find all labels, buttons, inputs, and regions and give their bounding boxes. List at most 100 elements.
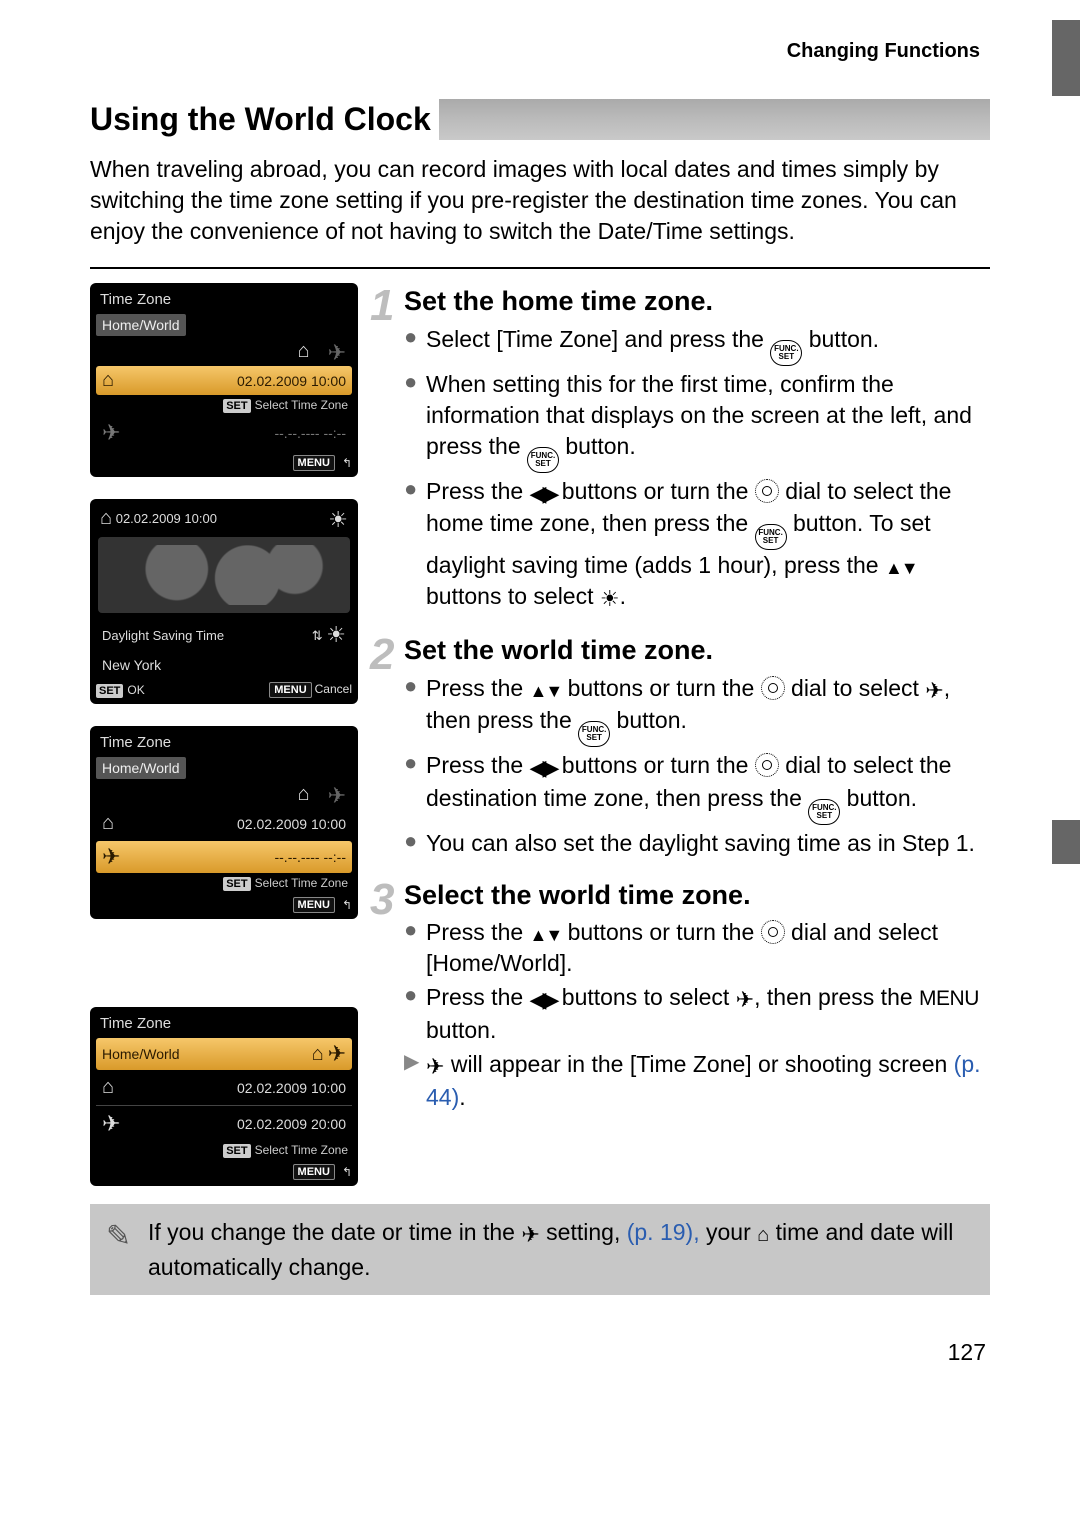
set-chip: SET xyxy=(96,684,123,698)
func-set-icon: FUNC.SET xyxy=(578,721,610,747)
bullet-icon: ● xyxy=(404,828,426,859)
dial-icon xyxy=(761,920,785,944)
step-number: 2 xyxy=(370,625,394,684)
lcd-column: Time Zone Home/World ⌂ ✈ ⌂ 02.02.2009 10… xyxy=(90,283,370,1186)
lcd-set-tz: SETSelect Time Zone xyxy=(96,1143,348,1158)
ok-label: OK xyxy=(127,683,144,697)
back-icon: ↰ xyxy=(342,898,352,912)
lcd-timezone-home: Time Zone Home/World ⌂ ✈ ⌂ 02.02.2009 10… xyxy=(90,283,358,477)
bullet-icon: ● xyxy=(404,982,426,1046)
dst-icons: ⇅ ☀ xyxy=(312,622,346,648)
lcd-foot: MENU ↰ xyxy=(96,455,352,471)
back-icon: ↰ xyxy=(342,456,352,470)
lcd-title: Time Zone xyxy=(100,1015,348,1032)
bullet-icon: ● xyxy=(404,673,426,748)
menu-chip: MENU xyxy=(293,897,335,913)
sun-on-icon: ☀ xyxy=(600,584,620,614)
home-icon: ⌂ xyxy=(102,812,114,835)
pencil-icon: ✎ xyxy=(106,1216,148,1283)
step-number: 1 xyxy=(370,276,394,335)
bullet-icon: ● xyxy=(404,476,426,614)
plane-icon: ✈ xyxy=(925,676,943,706)
plane-icon: ✈ xyxy=(102,844,120,870)
home-icon: ⌂ xyxy=(297,783,309,809)
plane-icon: ✈ xyxy=(328,1041,346,1066)
dial-icon xyxy=(755,753,779,777)
menu-label: MENU xyxy=(919,987,979,1010)
intro-paragraph: When traveling abroad, you can record im… xyxy=(90,154,990,247)
func-set-icon: FUNC.SET xyxy=(808,799,840,825)
up-down-icon: ▲▼ xyxy=(885,556,917,580)
home-world-label: Home/World xyxy=(96,757,186,779)
lcd-world-row: ✈ --.--.---- --:-- xyxy=(96,417,352,449)
lcd-date: 02.02.2009 10:00 xyxy=(237,816,346,832)
step-number: 3 xyxy=(370,870,394,929)
home-icon: ⌂ xyxy=(102,369,114,392)
step1-bullet2: When setting this for the first time, co… xyxy=(426,369,990,473)
lcd-title: Time Zone xyxy=(100,291,348,308)
menu-chip: MENU xyxy=(293,455,335,471)
step1-bullet1: Select [Time Zone] and press the FUNC.SE… xyxy=(426,324,990,366)
step3-bullet1: Press the ▲▼ buttons or turn the dial an… xyxy=(426,917,990,979)
steps-column: 1 Set the home time zone. ● Select [Time… xyxy=(404,283,990,1186)
set-chip: SET xyxy=(223,399,250,413)
dial-icon xyxy=(755,479,779,503)
func-set-icon: FUNC.SET xyxy=(755,524,787,550)
home-world-selected: Home/World ⌂ ✈ xyxy=(96,1038,352,1070)
page-side-tab-2 xyxy=(1052,820,1080,864)
lcd-timezone-world: Time Zone Home/World ⌂ ✈ ⌂ 02.02.2009 10… xyxy=(90,726,358,919)
menu-chip: MENU xyxy=(269,682,311,698)
lcd-dash: --.--.---- --:-- xyxy=(274,849,346,865)
lcd-set-tz: SETSelect Time Zone xyxy=(96,398,348,413)
page-ref-19: (p. 19), xyxy=(627,1219,700,1245)
bullet-icon: ● xyxy=(404,750,426,825)
section-title: Using the World Clock xyxy=(90,99,439,140)
plane-icon: ✈ xyxy=(328,340,346,366)
lcd-world-row: ✈ 02.02.2009 20:00 xyxy=(96,1108,352,1140)
step1-bullet3: Press the ◀▶ buttons or turn the dial to… xyxy=(426,476,990,614)
bullet-icon: ● xyxy=(404,324,426,366)
lcd-title: Time Zone xyxy=(100,734,348,751)
func-set-icon: FUNC.SET xyxy=(527,447,559,473)
step3-result: ✈ will appear in the [Time Zone] or shoo… xyxy=(426,1049,990,1113)
lcd-world-row: ✈ --.--.---- --:-- xyxy=(96,841,352,873)
plane-icon: ✈ xyxy=(102,420,120,446)
lcd-set-tz: SETSelect Time Zone xyxy=(96,876,348,891)
home-icon: ⌂ xyxy=(312,1043,324,1065)
home-icon: ⌂ xyxy=(757,1221,769,1249)
step2-bullet3: You can also set the daylight saving tim… xyxy=(426,828,990,859)
title-gradient-bar xyxy=(439,99,990,140)
step-1: 1 Set the home time zone. ● Select [Time… xyxy=(404,283,990,614)
step2-bullet2: Press the ◀▶ buttons or turn the dial to… xyxy=(426,750,990,825)
note-text: If you change the date or time in the ✈ … xyxy=(148,1216,974,1283)
plane-icon: ✈ xyxy=(521,1220,539,1251)
menu-chip: MENU xyxy=(293,1164,335,1180)
cancel-label: Cancel xyxy=(315,682,352,696)
world-map xyxy=(98,537,350,613)
lcd-home-row: ⌂ 02.02.2009 10:00 xyxy=(96,809,352,838)
step-title: Select the world time zone. xyxy=(404,880,751,910)
result-arrow-icon: ▶ xyxy=(404,1049,426,1113)
dial-icon xyxy=(761,676,785,700)
home-icon: ⌂ xyxy=(297,340,309,366)
step-title: Set the world time zone. xyxy=(404,635,713,665)
set-chip: SET xyxy=(223,877,250,891)
lcd-foot: SET OK MENU Cancel xyxy=(96,682,352,698)
plane-icon: ✈ xyxy=(426,1052,444,1082)
home-world-label: Home/World xyxy=(96,314,186,336)
running-header: Changing Functions xyxy=(90,40,990,63)
home-world-label: Home/World xyxy=(102,1046,180,1062)
left-right-icon: ◀▶ xyxy=(530,985,556,1015)
lcd-dash: --.--.---- --:-- xyxy=(274,425,346,441)
step2-bullet1: Press the ▲▼ buttons or turn the dial to… xyxy=(426,673,990,748)
left-right-icon: ◀▶ xyxy=(530,479,556,509)
lcd-foot: MENU↰ xyxy=(96,1164,352,1180)
home-icon: ⌂ xyxy=(102,1076,114,1099)
step-2: 2 Set the world time zone. ● Press the ▲… xyxy=(404,632,990,859)
lcd-map: ⌂ 02.02.2009 10:00 ☀ Daylight Saving Tim… xyxy=(90,499,358,704)
left-right-icon: ◀▶ xyxy=(530,753,556,783)
home-icon: ⌂ xyxy=(100,507,112,529)
set-chip: SET xyxy=(223,1144,250,1158)
plane-icon: ✈ xyxy=(328,783,346,809)
lcd-home-row: ⌂ 02.02.2009 10:00 xyxy=(96,366,352,395)
